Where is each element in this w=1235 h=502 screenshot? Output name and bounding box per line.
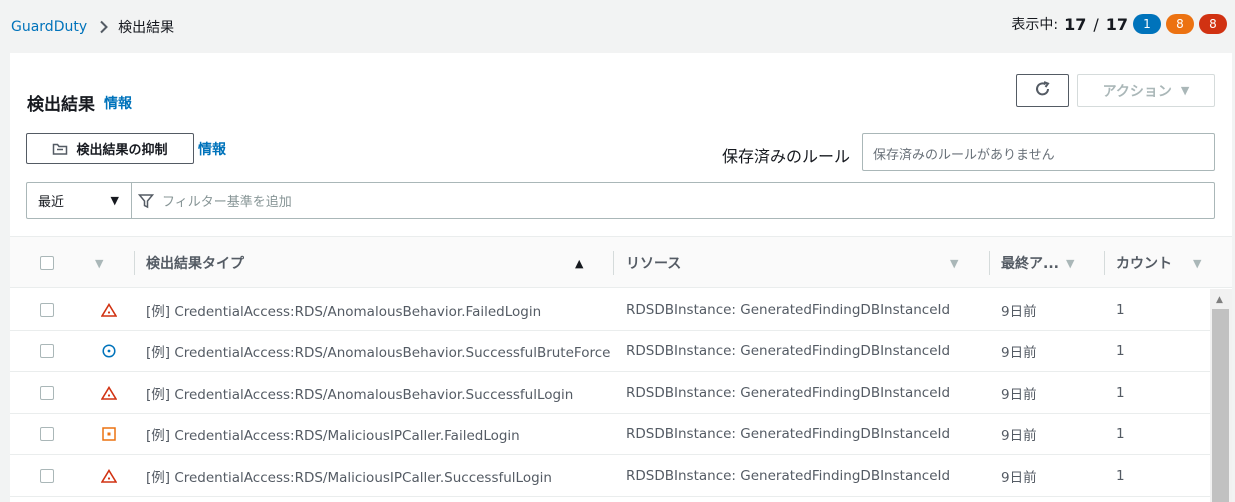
finding-resource: RDSDBInstance: GeneratedFindingDBInstanc… [626,467,951,484]
finding-count: 1 [1116,384,1125,401]
finding-type[interactable]: [例] CredentialAccess:RDS/MaliciousIPCall… [146,414,520,455]
column-divider [989,251,990,275]
select-all-checkbox[interactable] [40,237,54,289]
triangle-warning-icon [101,372,117,413]
table-row[interactable]: [例] CredentialAccess:RDS/MaliciousIPCall… [10,455,1210,497]
finding-last-seen: 9日前 [1001,428,1037,445]
badge-low-count: 1 [1133,14,1161,34]
chevron-right-icon [99,20,109,34]
row-checkbox[interactable] [40,468,54,483]
folder-icon [52,142,76,156]
column-header-last-seen[interactable]: 最終ア... [1001,237,1059,289]
checkbox[interactable] [40,256,54,270]
row-checkbox[interactable] [40,344,54,359]
caret-down-icon: ▼ [110,194,119,207]
finding-resource: RDSDBInstance: GeneratedFindingDBInstanc… [626,384,951,401]
table-scrollbar[interactable]: ▲ [1210,289,1232,502]
page-title-area: 検出結果 情報 [27,90,132,115]
finding-last-seen: 9日前 [1001,469,1037,486]
time-range-value: 最近 [38,195,65,210]
column-divider [134,251,135,275]
table-row[interactable]: [例] CredentialAccess:RDS/AnomalousBehavi… [10,372,1210,414]
triangle-warning-icon [101,289,117,330]
finding-type[interactable]: [例] CredentialAccess:RDS/AnomalousBehavi… [146,331,610,372]
info-link[interactable]: 情報 [104,93,132,113]
breadcrumb: GuardDuty 検出結果 [11,17,174,37]
circle-dot-icon [102,331,116,372]
caret-down-icon: ▼ [1180,84,1190,97]
scrollbar-thumb[interactable] [1212,309,1229,502]
filter-icon [138,193,154,209]
page-title: 検出結果 [27,95,95,115]
column-divider [613,251,614,275]
finding-count: 1 [1116,426,1125,443]
filter-bar: 最近 ▼ フィルター基準を追加 [26,182,1215,219]
suppress-findings-label: 検出結果の抑制 [76,143,168,158]
table-row[interactable]: [例] CredentialAccess:RDS/AnomalousBehavi… [10,331,1210,373]
findings-panel: 検出結果 情報 アクション ▼ 検出結果の抑制 情報 保存済みのルール 保存済み… [10,53,1232,502]
findings-counter: 表示中: 17 / 17 1 8 8 [1011,14,1227,34]
row-checkbox[interactable] [40,427,54,442]
row-checkbox[interactable] [40,385,54,400]
action-dropdown[interactable]: アクション ▼ [1077,74,1215,107]
column-header-type[interactable]: 検出結果タイプ [146,237,244,289]
action-label: アクション [1102,83,1172,100]
badge-high-count: 8 [1199,14,1227,34]
suppress-findings-button[interactable]: 検出結果の抑制 [26,133,194,164]
finding-count: 1 [1116,467,1125,484]
finding-count: 1 [1116,343,1125,360]
finding-resource: RDSDBInstance: GeneratedFindingDBInstanc… [626,343,951,360]
refresh-button[interactable] [1016,74,1069,107]
counter-shown: 17 [1064,14,1087,34]
table-header: ▼ 検出結果タイプ ▲ リソース ▼ 最終ア... ▼ カウント ▼ [10,236,1232,288]
finding-count: 1 [1116,301,1125,318]
top-bar: GuardDuty 検出結果 表示中: 17 / 17 1 8 8 [0,0,1235,52]
finding-last-seen: 9日前 [1001,345,1037,362]
counter-label: 表示中: [1011,17,1059,33]
findings-table-body: [例] CredentialAccess:RDS/AnomalousBehavi… [10,289,1210,497]
triangle-warning-icon [101,455,117,496]
counter-slash: / [1093,14,1099,34]
finding-resource: RDSDBInstance: GeneratedFindingDBInstanc… [626,301,951,318]
counter-total: 17 [1105,14,1128,34]
suppress-info-link[interactable]: 情報 [198,139,226,159]
sort-ascending-icon[interactable]: ▲ [575,237,583,289]
count-sort-icon[interactable]: ▼ [1193,237,1201,289]
severity-sort-icon[interactable]: ▼ [95,237,103,289]
table-row[interactable]: [例] CredentialAccess:RDS/MaliciousIPCall… [10,414,1210,456]
row-checkbox[interactable] [40,302,54,317]
time-range-select[interactable]: 最近 ▼ [27,183,132,218]
refresh-icon [1034,80,1052,102]
badge-medium-count: 8 [1166,14,1194,34]
saved-rules-select[interactable]: 保存済みのルールがありません [862,133,1215,171]
saved-rules-label: 保存済みのルール [722,147,851,166]
scroll-up-icon[interactable]: ▲ [1216,295,1223,305]
finding-resource: RDSDBInstance: GeneratedFindingDBInstanc… [626,426,951,443]
last-seen-sort-icon[interactable]: ▼ [1066,237,1074,289]
table-row[interactable]: [例] CredentialAccess:RDS/AnomalousBehavi… [10,289,1210,331]
column-header-count[interactable]: カウント [1116,237,1172,289]
finding-last-seen: 9日前 [1001,303,1037,320]
column-divider [1104,251,1105,275]
breadcrumb-guardduty-link[interactable]: GuardDuty [11,19,87,35]
resource-sort-icon[interactable]: ▼ [950,237,958,289]
square-dot-icon [102,414,116,455]
finding-type[interactable]: [例] CredentialAccess:RDS/MaliciousIPCall… [146,455,552,496]
breadcrumb-current: 検出結果 [118,20,175,36]
finding-last-seen: 9日前 [1001,386,1037,403]
finding-type[interactable]: [例] CredentialAccess:RDS/AnomalousBehavi… [146,289,541,330]
filter-input[interactable]: フィルター基準を追加 [162,191,292,210]
column-header-resource[interactable]: リソース [626,237,681,289]
finding-type[interactable]: [例] CredentialAccess:RDS/AnomalousBehavi… [146,372,573,413]
